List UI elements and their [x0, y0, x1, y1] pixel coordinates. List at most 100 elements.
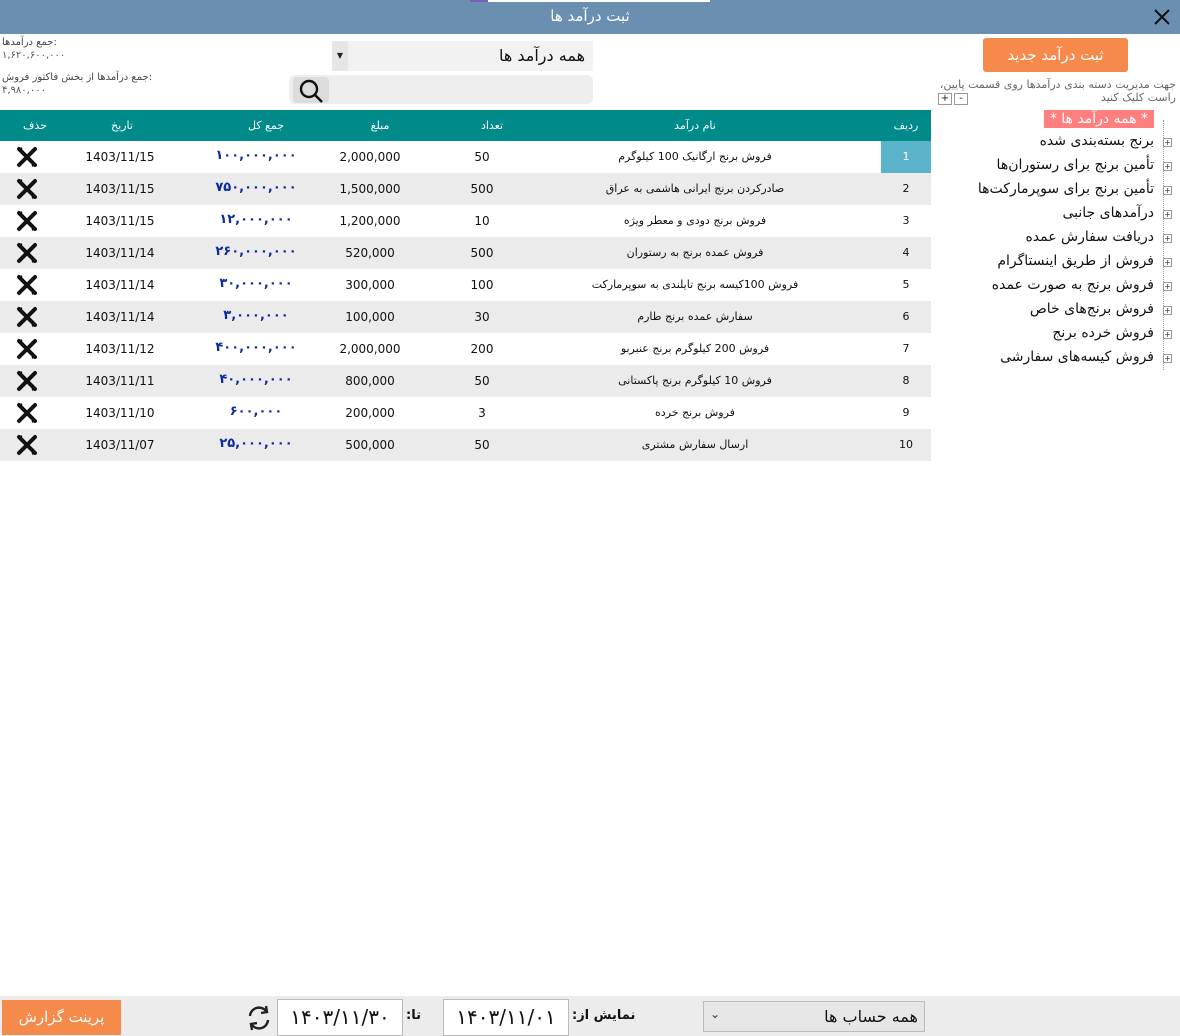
- delete-x-icon[interactable]: [14, 434, 40, 456]
- date-cell: 1403/11/14: [85, 246, 155, 260]
- header-qty[interactable]: تعداد: [452, 119, 532, 132]
- row-number-cell: 5: [902, 278, 910, 291]
- quantity-cell: 200: [470, 342, 494, 356]
- tree-item[interactable]: + درآمدهای جانبی: [942, 205, 1174, 227]
- income-name-cell: فروش برنج دودی و معطر ویژه: [623, 214, 767, 227]
- quantity-cell: 500: [470, 182, 494, 196]
- table-row[interactable]: 5 فروش 100کیسه برنج تایلندی به سوپرمارکت 1…: [0, 269, 931, 301]
- tree-item[interactable]: + فروش برنج به صورت عمده: [942, 277, 1174, 299]
- total-cell: ۶۰۰,۰۰۰: [229, 404, 283, 419]
- plus-box-icon[interactable]: +: [1163, 138, 1172, 147]
- table-row[interactable]: 4 فروش عمده برنج به رستوران 500 520,000 ۲۶۰,…: [0, 237, 931, 269]
- totals-panel: جمع درآمدها: ۱,۶۲۰,۶۰۰,۰۰۰ جمع درآمدها ا…: [2, 36, 152, 106]
- account-select-value: همه حساب ها: [824, 1007, 918, 1026]
- to-date-field[interactable]: ۱۴۰۳/۱۱/۳۰: [277, 999, 403, 1036]
- table-row[interactable]: 2 صادرکردن برنج ایرانی هاشمی به عراق 500 1,…: [0, 173, 931, 205]
- delete-x-icon[interactable]: [14, 210, 40, 232]
- amount-cell: 1,500,000: [339, 182, 401, 196]
- close-icon[interactable]: [1150, 5, 1174, 29]
- delete-x-icon[interactable]: [14, 338, 40, 360]
- delete-x-icon[interactable]: [14, 242, 40, 264]
- tree-item[interactable]: + فروش خرده برنج: [942, 325, 1174, 347]
- tree-root-all-income[interactable]: * همه درآمد ها *: [1043, 110, 1154, 128]
- header-row[interactable]: ردیف: [881, 119, 931, 132]
- tree-item-label: دریافت سفارش عمده: [1025, 229, 1154, 245]
- plus-box-icon[interactable]: +: [1163, 186, 1172, 195]
- from-date-label: نمایش از:: [572, 1008, 636, 1023]
- quantity-cell: 50: [474, 150, 490, 164]
- table-row[interactable]: 8 فروش 10 کیلوگرم برنج پاکستانی 50 800,000 ۴…: [0, 365, 931, 397]
- chevron-down-icon[interactable]: ⌄: [710, 1007, 720, 1021]
- income-name-cell: فروش عمده برنج به رستوران: [626, 246, 764, 259]
- header-amount[interactable]: مبلغ: [330, 119, 430, 132]
- plus-box-icon[interactable]: +: [1163, 234, 1172, 243]
- amount-cell: 2,000,000: [339, 150, 401, 164]
- table-row[interactable]: 7 فروش 200 کیلوگرم برنج عنبربو 200 2,000,00…: [0, 333, 931, 365]
- tree-item[interactable]: + برنج بسته‌بندی شده: [942, 133, 1174, 155]
- delete-x-icon[interactable]: [14, 178, 40, 200]
- total-cell: ۳۰,۰۰۰,۰۰۰: [219, 276, 293, 291]
- delete-x-icon[interactable]: [14, 306, 40, 328]
- delete-x-icon[interactable]: [14, 370, 40, 392]
- table-row[interactable]: 1 فروش برنج ارگانیک 100 کیلوگرم 50 2,000,00…: [0, 141, 931, 173]
- plus-box-icon[interactable]: +: [1163, 162, 1172, 171]
- search-input[interactable]: [331, 75, 589, 104]
- collapse-all-button[interactable]: -: [954, 93, 968, 105]
- table-row[interactable]: 9 فروش برنج خرده 3 200,000 ۶۰۰,۰۰۰ 1403/11/10: [0, 397, 931, 429]
- chevron-down-icon[interactable]: ▼: [332, 41, 348, 71]
- amount-cell: 300,000: [345, 278, 395, 292]
- account-select[interactable]: ⌄ همه حساب ها: [703, 1001, 925, 1032]
- tree-item-label: برنج بسته‌بندی شده: [1039, 133, 1154, 149]
- from-date-field[interactable]: ۱۴۰۳/۱۱/۰۱: [443, 999, 569, 1036]
- plus-box-icon[interactable]: +: [1163, 306, 1172, 315]
- quantity-cell: 500: [470, 246, 494, 260]
- table-row[interactable]: 10 ارسال سفارش مشتری 50 500,000 ۲۵,۰۰۰,۰۰۰ 14…: [0, 429, 931, 461]
- tree-item-label: فروش خرده برنج: [1052, 325, 1154, 341]
- date-cell: 1403/11/15: [85, 214, 155, 228]
- new-income-button[interactable]: ثبت درآمد جدید: [983, 38, 1128, 72]
- total-cell: ۱۲,۰۰۰,۰۰۰: [219, 212, 293, 227]
- tree-item[interactable]: + دریافت سفارش عمده: [942, 229, 1174, 251]
- plus-box-icon[interactable]: +: [1163, 210, 1172, 219]
- tree-item[interactable]: + تأمین برنج برای رستوران‌ها: [942, 157, 1174, 179]
- delete-x-icon[interactable]: [14, 146, 40, 168]
- total-cell: ۲۶۰,۰۰۰,۰۰۰: [215, 244, 297, 259]
- header-date[interactable]: تاریخ: [72, 119, 172, 132]
- plus-box-icon[interactable]: +: [1163, 330, 1172, 339]
- income-filter-select[interactable]: ▼ همه درآمد ها: [332, 41, 593, 71]
- header-name[interactable]: نام درآمد: [520, 119, 870, 132]
- tree-item[interactable]: + فروش برنج‌های خاص: [942, 301, 1174, 323]
- tree-item-label: تأمین برنج برای رستوران‌ها: [996, 157, 1154, 173]
- date-cell: 1403/11/14: [85, 278, 155, 292]
- title-bar: ثبت درآمد ها: [0, 0, 1180, 34]
- date-cell: 1403/11/07: [85, 438, 155, 452]
- total-cell: ۳,۰۰۰,۰۰۰: [223, 308, 289, 323]
- invoice-total-value: ۴,۹۸۰,۰۰۰: [2, 85, 46, 96]
- plus-box-icon[interactable]: +: [1163, 282, 1172, 291]
- income-name-cell: ارسال سفارش مشتری: [641, 438, 749, 451]
- refresh-icon[interactable]: [244, 1003, 274, 1033]
- amount-cell: 100,000: [345, 310, 395, 324]
- delete-x-icon[interactable]: [14, 274, 40, 296]
- table-row[interactable]: 3 فروش برنج دودی و معطر ویژه 10 1,200,000 ۱۲…: [0, 205, 931, 237]
- tree-item-label: فروش برنج به صورت عمده: [991, 277, 1154, 293]
- tree-item-label: فروش از طریق اینستاگرام: [997, 253, 1154, 269]
- tree-item[interactable]: + فروش از طریق اینستاگرام: [942, 253, 1174, 275]
- date-cell: 1403/11/15: [85, 182, 155, 196]
- print-report-button[interactable]: پرینت گزارش: [2, 1000, 121, 1035]
- tree-item[interactable]: + تأمین برنج برای سوپرمارکت‌ها: [942, 181, 1174, 203]
- tree-item[interactable]: + فروش کیسه‌های سفارشی: [942, 349, 1174, 371]
- quantity-cell: 30: [474, 310, 490, 324]
- table-header: ردیف نام درآمد تعداد مبلغ جمع کل تاریخ ح…: [0, 110, 931, 141]
- plus-box-icon[interactable]: +: [1163, 354, 1172, 363]
- income-name-cell: فروش برنج ارگانیک 100 کیلوگرم: [618, 150, 772, 163]
- delete-x-icon[interactable]: [14, 402, 40, 424]
- amount-cell: 520,000: [345, 246, 395, 260]
- expand-all-button[interactable]: +: [938, 93, 952, 105]
- search-icon[interactable]: [293, 77, 329, 103]
- header-total[interactable]: جمع کل: [206, 119, 326, 132]
- title-accent-highlight: [470, 0, 488, 2]
- plus-box-icon[interactable]: +: [1163, 258, 1172, 267]
- income-window: ثبت درآمد ها جمع درآمدها: ۱,۶۲۰,۶۰۰,۰۰۰ …: [0, 0, 1180, 1036]
- table-row[interactable]: 6 سفارش عمده برنج طارم 30 100,000 ۳,۰۰۰,۰۰۰ 1…: [0, 301, 931, 333]
